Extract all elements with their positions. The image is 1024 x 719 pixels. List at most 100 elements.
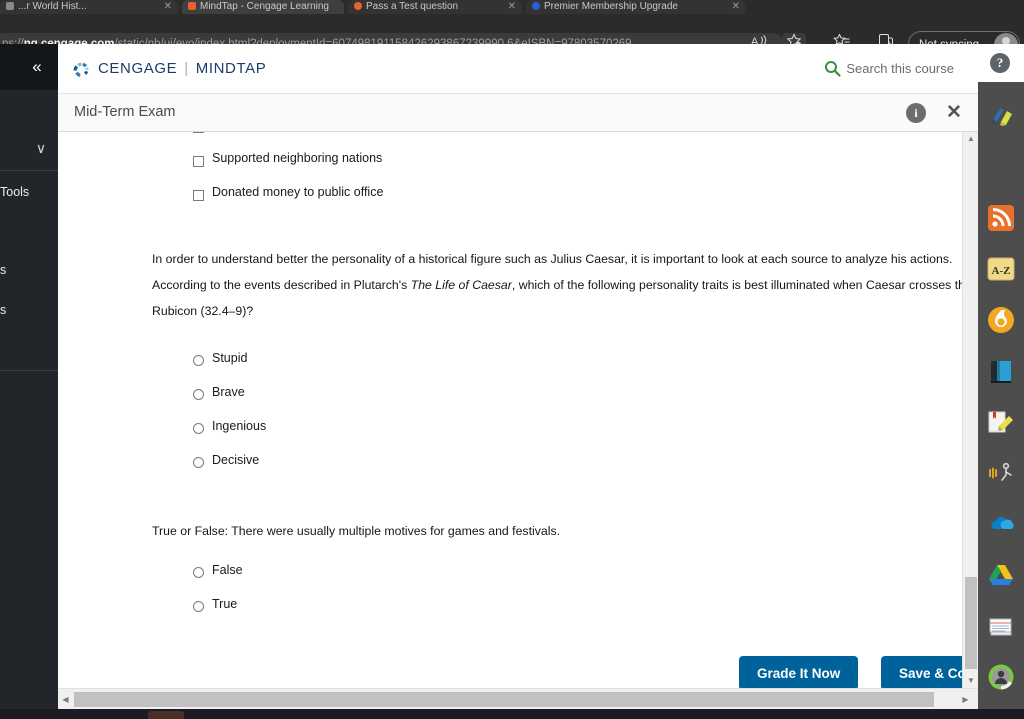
q2-pre: According to the events described in Plu… <box>152 278 411 292</box>
brand-cengage: CENGAGE <box>98 60 178 77</box>
taskbar-item[interactable] <box>148 711 184 719</box>
sidebar-item-truncated-2[interactable]: s <box>0 303 58 317</box>
radio-label: True <box>212 597 238 611</box>
tab-title: Pass a Test question <box>366 1 459 12</box>
scroll-left-arrow[interactable]: ◀ <box>58 689 73 710</box>
vertical-scroll-thumb[interactable] <box>965 577 977 669</box>
browser-tab-0[interactable]: ...r World Hist... ✕ <box>0 0 178 14</box>
help-button[interactable]: ? <box>978 44 1024 82</box>
checkbox-option-0[interactable]: Bribed people <box>58 132 962 148</box>
close-icon[interactable]: ✕ <box>942 101 966 125</box>
notepad-icon[interactable] <box>987 408 1015 436</box>
flashcards-icon[interactable] <box>987 612 1015 640</box>
sidebar-divider <box>0 170 58 171</box>
search-course-button[interactable]: Search this course <box>824 58 954 80</box>
question-caesar: In order to understand better the person… <box>58 248 962 348</box>
radio-label: Ingenious <box>212 419 267 433</box>
tab-favicon <box>6 2 14 10</box>
tab-close-icon[interactable]: ✕ <box>164 0 172 14</box>
help-icon: ? <box>990 53 1010 73</box>
radio-label: Stupid <box>212 351 248 365</box>
highlighter-icon[interactable] <box>987 102 1015 130</box>
browser-tab-1[interactable]: MindTap - Cengage Learning✕ <box>182 0 344 14</box>
sidebar-collapse-button[interactable]: « <box>16 44 58 90</box>
radio-label: False <box>212 563 243 577</box>
radio-label: Decisive <box>212 453 260 467</box>
grade-it-now-button[interactable]: Grade It Now <box>739 656 859 688</box>
search-input[interactable]: Search this course <box>846 61 954 76</box>
tab-close-icon[interactable]: ✕ <box>732 0 740 14</box>
checkbox-option-1[interactable]: Supported neighboring nations <box>58 148 962 182</box>
page-title: Mid-Term Exam <box>74 104 176 120</box>
question-caesar-line1: In order to understand better the person… <box>152 252 953 266</box>
question-caesar-line2: According to the events described in Plu… <box>152 274 962 297</box>
brainfuse-icon[interactable] <box>987 306 1015 334</box>
radio-input[interactable] <box>193 389 204 400</box>
app-header: CENGAGE | MINDTAP Search this course <box>58 44 978 94</box>
radio-input[interactable] <box>193 567 204 578</box>
chevron-down-icon[interactable]: ∨ <box>26 140 56 160</box>
svg-text:A-Z: A-Z <box>992 265 1011 277</box>
radio-input[interactable] <box>193 601 204 612</box>
radio-label: Brave <box>212 385 245 399</box>
save-and-continue-button[interactable]: Save & Continue <box>881 656 962 688</box>
q2-post: , which of the following personality tra… <box>511 278 962 292</box>
quiz-scroll-viewport: Bribed people Supported neighboring nati… <box>58 132 962 688</box>
question-caesar-line3: Rubicon (32.4–9)? <box>152 304 254 318</box>
checkbox-label: Donated money to public office <box>212 185 384 199</box>
cengage-logo-mark <box>70 58 92 80</box>
checkbox-input[interactable] <box>193 156 204 167</box>
rss-feed-icon[interactable] <box>987 204 1015 232</box>
radio-option-false[interactable]: False <box>58 560 962 594</box>
radio-input[interactable] <box>193 423 204 434</box>
question-truefalse: True or False: There were usually multip… <box>58 520 962 548</box>
scroll-right-arrow[interactable]: ▶ <box>958 689 973 710</box>
radio-option-true[interactable]: True <box>58 594 962 628</box>
user-avatar-icon[interactable] <box>987 663 1015 691</box>
read-aloud-icon[interactable] <box>987 459 1015 487</box>
dictionary-az-icon[interactable]: A-Z <box>987 255 1015 283</box>
ebook-icon[interactable] <box>987 357 1015 385</box>
horizontal-scrollbar[interactable]: ◀ ▶ <box>58 688 978 709</box>
radio-option-decisive[interactable]: Decisive <box>58 450 962 484</box>
tools-rail: ? A-Z <box>978 44 1024 709</box>
radio-option-ingenious[interactable]: Ingenious <box>58 416 962 450</box>
activity-header-bar: Mid-Term Exam i ✕ <box>58 94 978 132</box>
question-truefalse-prompt: True or False: There were usually multip… <box>152 524 561 538</box>
sidebar-item-truncated-1[interactable]: s <box>0 263 58 277</box>
browser-tab-2[interactable]: Pass a Test question ✕ <box>348 0 522 14</box>
mindtap-app: CENGAGE | MINDTAP Search this course Mid-T… <box>58 44 978 709</box>
tab-title: Premier Membership Upgrade <box>544 1 678 12</box>
scroll-up-arrow[interactable]: ▲ <box>963 132 979 146</box>
quiz-footer: Grade It Now Save & Continue Continue wi… <box>58 628 962 688</box>
info-icon[interactable]: i <box>906 103 926 123</box>
radio-option-brave[interactable]: Brave <box>58 382 962 416</box>
checkbox-option-2[interactable]: Donated money to public office <box>58 182 962 216</box>
browser-toolbar: ps://ng.cengage.com/static/nb/ui/evo/ind… <box>0 14 1024 57</box>
radio-input[interactable] <box>193 355 204 366</box>
radio-option-stupid[interactable]: Stupid <box>58 348 962 382</box>
checkbox-label: Supported neighboring nations <box>212 151 383 165</box>
quiz-content: Bribed people Supported neighboring nati… <box>58 132 962 688</box>
radio-input[interactable] <box>193 457 204 468</box>
google-drive-icon[interactable] <box>987 561 1015 589</box>
checkbox-input[interactable] <box>193 132 204 133</box>
scroll-down-arrow[interactable]: ▼ <box>963 674 979 688</box>
q2-title: The Life of Caesar <box>410 278 512 292</box>
onedrive-icon[interactable] <box>987 510 1015 538</box>
tab-title: MindTap - Cengage Learning <box>200 1 329 12</box>
checkbox-input[interactable] <box>193 190 204 201</box>
sidebar-item-tools[interactable]: Tools <box>0 185 58 199</box>
tab-favicon <box>188 2 196 10</box>
horizontal-scroll-thumb[interactable] <box>74 692 934 707</box>
tab-favicon <box>532 2 540 10</box>
tab-favicon <box>354 2 362 10</box>
tab-close-icon[interactable]: ✕ <box>508 0 516 14</box>
tab-title: ...r World Hist... <box>18 1 87 12</box>
browser-tabstrip: ...r World Hist... ✕ MindTap - Cengage Le… <box>0 0 1024 14</box>
brand-separator: | <box>184 60 189 77</box>
search-icon <box>824 60 841 82</box>
browser-tab-3[interactable]: Premier Membership Upgrade ✕ <box>526 0 746 14</box>
screen: ...r World Hist... ✕ MindTap - Cengage Le… <box>0 0 1024 719</box>
vertical-scrollbar[interactable]: ▲ ▼ <box>962 132 978 688</box>
